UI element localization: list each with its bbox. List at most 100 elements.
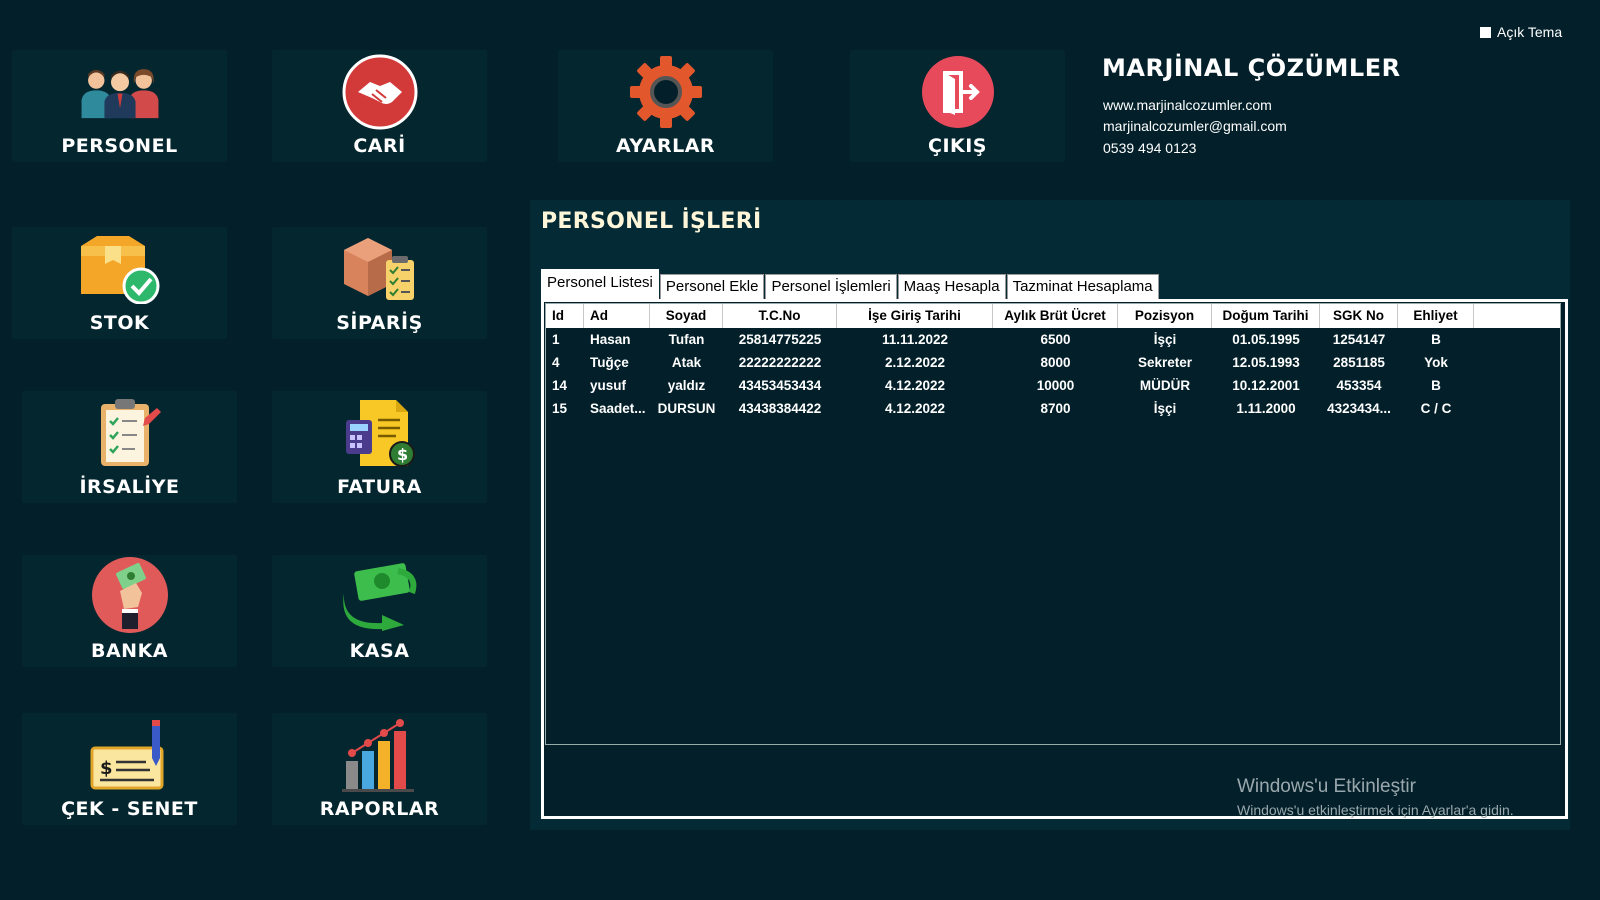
personel-tabs: Personel Listesi Personel Ekle Personel … bbox=[541, 269, 1160, 299]
cell-dogum-tarihi: 10.12.2001 bbox=[1232, 378, 1300, 393]
watermark-subtitle: Windows'u etkinleştirmek için Ayarlar'a … bbox=[1237, 802, 1514, 818]
cell-dogum-tarihi: 12.05.1993 bbox=[1232, 355, 1300, 370]
light-theme-checkbox[interactable]: Açık Tema bbox=[1480, 24, 1562, 40]
cell-ise-giris: 4.12.2022 bbox=[884, 378, 946, 393]
tab-personel-listesi[interactable]: Personel Listesi bbox=[541, 269, 659, 299]
grid-header-row: Id Ad Soyad T.C.No İşe Giriş Tarihi Aylı… bbox=[546, 304, 1560, 328]
column-header[interactable]: Soyad bbox=[650, 304, 723, 328]
invoice-calculator-icon: $ bbox=[335, 396, 425, 470]
cell-sgk: 4323434... bbox=[1327, 401, 1391, 416]
cell-ucret: 8000 bbox=[1040, 355, 1071, 370]
cell-soyad: DURSUN bbox=[657, 401, 716, 416]
menu-cek-senet-button[interactable]: $ ÇEK - SENET bbox=[22, 713, 237, 825]
cell-dogum-tarihi: 01.05.1995 bbox=[1232, 332, 1300, 347]
cell-dogum-tarihi: 1.11.2000 bbox=[1236, 401, 1296, 416]
table-row[interactable]: 14 yusuf yaldız 43453453434 4.12.2022 10… bbox=[546, 374, 1560, 397]
menu-ayarlar-label: AYARLAR bbox=[615, 135, 716, 157]
section-title: PERSONEL İŞLERİ bbox=[541, 209, 762, 234]
cell-sgk: 2851185 bbox=[1333, 355, 1385, 370]
menu-cari-label: CARİ bbox=[353, 135, 406, 157]
tab-tazminat-hesaplama[interactable]: Tazminat Hesaplama bbox=[1006, 274, 1159, 299]
cell-ise-giris: 11.11.2022 bbox=[881, 332, 949, 347]
cell-tc: 43453453434 bbox=[738, 378, 822, 393]
column-header[interactable]: T.C.No bbox=[723, 304, 837, 328]
cell-pozisyon: İşçi bbox=[1153, 401, 1177, 416]
column-header[interactable]: Ehliyet bbox=[1398, 304, 1474, 328]
cell-soyad: Atak bbox=[671, 355, 702, 370]
checkbox-square-icon bbox=[1480, 26, 1491, 38]
cell-soyad: Tufan bbox=[668, 332, 705, 347]
people-group-icon bbox=[75, 55, 165, 129]
menu-personel-label: PERSONEL bbox=[61, 135, 178, 157]
brand-title: MARJİNAL ÇÖZÜMLER bbox=[1102, 54, 1401, 82]
cell-tc: 25814775225 bbox=[738, 332, 822, 347]
cheque-pen-icon: $ bbox=[85, 718, 175, 792]
handshake-icon bbox=[335, 54, 425, 130]
menu-cari-button[interactable]: CARİ bbox=[272, 50, 487, 162]
menu-fatura-label: FATURA bbox=[337, 476, 422, 498]
box-check-icon bbox=[75, 232, 165, 306]
cell-ad: Tuğçe bbox=[590, 355, 629, 370]
cell-soyad: yaldız bbox=[667, 378, 706, 393]
menu-raporlar-label: RAPORLAR bbox=[319, 798, 440, 820]
cell-id: 14 bbox=[552, 378, 568, 393]
table-row[interactable]: 1 Hasan Tufan 25814775225 11.11.2022 650… bbox=[546, 328, 1560, 351]
menu-banka-button[interactable]: BANKA bbox=[22, 555, 237, 667]
column-header[interactable]: İşe Giriş Tarihi bbox=[837, 304, 993, 328]
package-checklist-icon bbox=[335, 232, 425, 306]
menu-fatura-button[interactable]: $ FATURA bbox=[272, 391, 487, 503]
personel-data-grid[interactable]: Id Ad Soyad T.C.No İşe Giriş Tarihi Aylı… bbox=[545, 303, 1561, 745]
exit-door-icon bbox=[913, 55, 1003, 129]
cell-ehliyet: Yok bbox=[1424, 355, 1448, 370]
menu-stok-button[interactable]: STOK bbox=[12, 227, 227, 339]
menu-raporlar-button[interactable]: RAPORLAR bbox=[272, 713, 487, 825]
windows-activation-watermark: Windows'u Etkinleştir Windows'u etkinleş… bbox=[1237, 776, 1514, 818]
menu-irsaliye-button[interactable]: İRSALİYE bbox=[22, 391, 237, 503]
cell-ad: Hasan bbox=[590, 332, 631, 347]
svg-text:$: $ bbox=[100, 758, 113, 779]
cell-ehliyet: B bbox=[1431, 378, 1441, 393]
tab-personel-islemleri[interactable]: Personel İşlemleri bbox=[765, 274, 897, 299]
cell-ise-giris: 4.12.2022 bbox=[884, 401, 946, 416]
cell-ad: Saadet... bbox=[590, 401, 646, 416]
brand-website: www.marjinalcozumler.com bbox=[1103, 97, 1272, 113]
watermark-title: Windows'u Etkinleştir bbox=[1237, 776, 1416, 797]
table-row[interactable]: 4 Tuğçe Atak 22222222222 2.12.2022 8000 … bbox=[546, 351, 1560, 374]
cell-ucret: 10000 bbox=[1036, 378, 1075, 393]
column-header[interactable]: Pozisyon bbox=[1118, 304, 1212, 328]
cash-transfer-icon bbox=[335, 560, 425, 634]
table-row[interactable]: 15 Saadet... DURSUN 43438384422 4.12.202… bbox=[546, 397, 1560, 420]
column-header[interactable]: Id bbox=[546, 304, 584, 328]
cell-ehliyet: C / C bbox=[1420, 401, 1452, 416]
menu-personel-button[interactable]: PERSONEL bbox=[12, 50, 227, 162]
gear-icon bbox=[621, 55, 711, 129]
light-theme-label: Açık Tema bbox=[1497, 24, 1563, 40]
cell-ucret: 6500 bbox=[1040, 332, 1071, 347]
tab-personel-ekle[interactable]: Personel Ekle bbox=[659, 274, 765, 299]
menu-irsaliye-label: İRSALİYE bbox=[79, 476, 180, 498]
menu-kasa-label: KASA bbox=[349, 640, 410, 662]
menu-cikis-button[interactable]: ÇIKIŞ bbox=[850, 50, 1065, 162]
menu-banka-label: BANKA bbox=[90, 640, 168, 662]
menu-ayarlar-button[interactable]: AYARLAR bbox=[558, 50, 773, 162]
cell-sgk: 1254147 bbox=[1332, 332, 1386, 347]
menu-stok-label: STOK bbox=[89, 312, 150, 334]
menu-siparis-label: SİPARİŞ bbox=[336, 312, 423, 334]
column-header[interactable]: Aylık Brüt Ücret bbox=[993, 304, 1118, 328]
menu-siparis-button[interactable]: SİPARİŞ bbox=[272, 227, 487, 339]
column-header[interactable]: SGK No bbox=[1320, 304, 1398, 328]
tab-maas-hesapla[interactable]: Maaş Hesapla bbox=[897, 274, 1006, 299]
cell-pozisyon: Sekreter bbox=[1137, 355, 1193, 370]
hand-money-icon bbox=[85, 557, 175, 634]
cell-ise-giris: 2.12.2022 bbox=[884, 355, 946, 370]
menu-kasa-button[interactable]: KASA bbox=[272, 555, 487, 667]
bar-chart-icon bbox=[335, 718, 425, 792]
column-header[interactable]: Ad bbox=[584, 304, 650, 328]
menu-cek-senet-label: ÇEK - SENET bbox=[61, 798, 198, 820]
cell-id: 1 bbox=[552, 332, 560, 347]
menu-cikis-label: ÇIKIŞ bbox=[928, 135, 987, 157]
cell-ad: yusuf bbox=[590, 378, 627, 393]
column-header[interactable]: Doğum Tarihi bbox=[1212, 304, 1320, 328]
cell-id: 15 bbox=[552, 401, 568, 416]
cell-id: 4 bbox=[552, 355, 560, 370]
